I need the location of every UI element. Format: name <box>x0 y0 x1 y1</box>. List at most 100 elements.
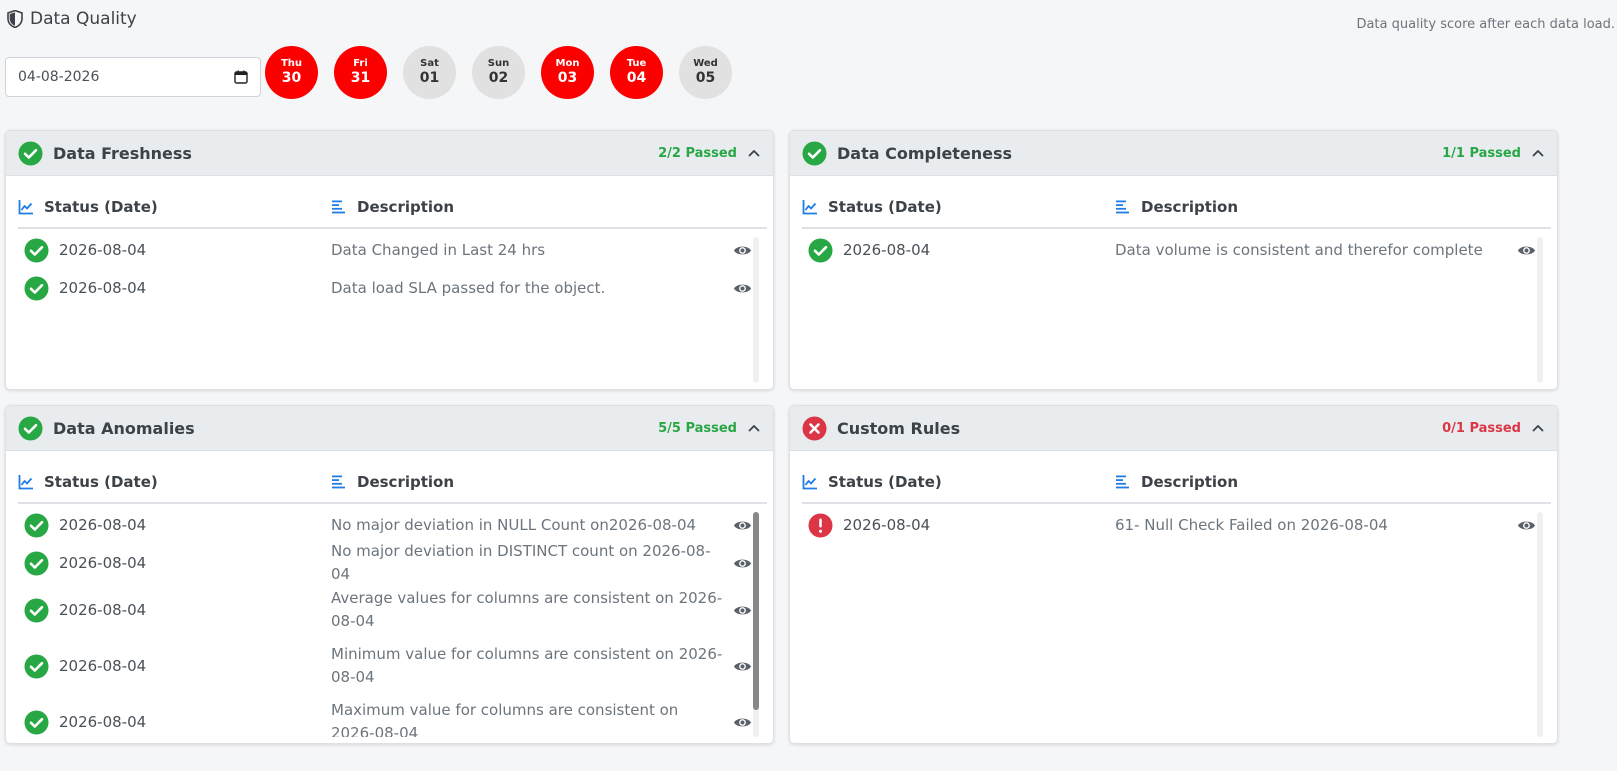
table-row: 2026-08-04 61- Null Check Failed on 2026-… <box>802 506 1537 544</box>
chevron-up-icon[interactable] <box>1531 146 1545 160</box>
panel-title: Data Freshness <box>53 143 192 163</box>
view-details-button[interactable] <box>731 552 753 574</box>
panel-data-completeness: Data Completeness 1/1 Passed Status (Date)… <box>789 130 1558 390</box>
table-body: 2026-08-04 Data volume is consistent and … <box>802 231 1537 383</box>
day-number: 31 <box>350 70 371 86</box>
table-header: Status (Date) Description <box>18 462 767 504</box>
scrollbar[interactable] <box>753 237 759 383</box>
column-description[interactable]: Description <box>1115 473 1238 491</box>
eye-icon[interactable] <box>1517 241 1536 260</box>
view-details-button[interactable] <box>731 655 753 677</box>
panel-status-icon <box>802 141 827 166</box>
date-input[interactable]: 04-08-2026 <box>5 57 261 97</box>
column-description[interactable]: Description <box>331 473 454 491</box>
row-description: Data Changed in Last 24 hrs <box>331 240 546 259</box>
panel-header[interactable]: Custom Rules 0/1 Passed <box>790 406 1557 451</box>
check-circle-icon <box>24 513 49 537</box>
column-status[interactable]: Status (Date) <box>18 473 331 491</box>
row-date: 2026-08-04 <box>59 601 147 619</box>
panel-title: Data Completeness <box>837 143 1013 163</box>
view-details-button[interactable] <box>731 711 753 733</box>
day-name: Wed <box>693 58 718 69</box>
align-left-icon <box>1116 475 1129 489</box>
view-details-button[interactable] <box>1515 239 1537 261</box>
day-number: 02 <box>488 70 509 86</box>
day-pill-thu[interactable]: Thu 30 <box>265 46 318 99</box>
line-chart-icon <box>18 475 33 490</box>
page-subtitle: Data quality score after each data load. <box>1356 17 1615 32</box>
line-chart-icon <box>802 475 817 490</box>
check-circle-icon <box>18 141 43 165</box>
check-circle-icon <box>24 238 49 262</box>
row-status: 2026-08-04 <box>18 513 331 538</box>
check-circle-icon <box>24 710 49 734</box>
day-pill-tue[interactable]: Tue 04 <box>610 46 663 99</box>
eye-icon[interactable] <box>733 241 752 260</box>
column-description[interactable]: Description <box>1115 198 1238 216</box>
view-details-button[interactable] <box>731 599 753 621</box>
check-circle-icon <box>24 276 49 300</box>
row-description: Minimum value for columns are consistent… <box>331 645 723 686</box>
panel-status-icon <box>18 416 43 441</box>
view-details-button[interactable] <box>731 514 753 536</box>
row-description: Data load SLA passed for the object. <box>331 278 606 297</box>
row-status: 2026-08-04 <box>18 710 331 735</box>
column-status[interactable]: Status (Date) <box>802 473 1115 491</box>
calendar-icon[interactable] <box>234 70 248 84</box>
day-pill-sun[interactable]: Sun 02 <box>472 46 525 99</box>
eye-icon[interactable] <box>733 279 752 298</box>
column-status[interactable]: Status (Date) <box>18 198 331 216</box>
view-details-button[interactable] <box>731 277 753 299</box>
view-details-button[interactable] <box>1515 514 1537 536</box>
day-number: 05 <box>695 70 716 86</box>
eye-icon[interactable] <box>733 554 752 573</box>
table-row: 2026-08-04 Maximum value for columns are … <box>18 694 753 737</box>
scrollbar[interactable] <box>1537 237 1543 383</box>
chevron-up-icon[interactable] <box>747 146 761 160</box>
scrollbar[interactable] <box>753 512 759 737</box>
table-row: 2026-08-04 Minimum value for columns are … <box>18 638 753 694</box>
row-date: 2026-08-04 <box>59 516 147 534</box>
row-date: 2026-08-04 <box>843 516 931 534</box>
scrollbar[interactable] <box>1537 512 1543 737</box>
row-description: Maximum value for columns are consistent… <box>331 701 679 737</box>
panel-header[interactable]: Data Freshness 2/2 Passed <box>6 131 773 176</box>
panel-header[interactable]: Data Completeness 1/1 Passed <box>790 131 1557 176</box>
view-details-button[interactable] <box>731 239 753 261</box>
panel-title: Data Anomalies <box>53 418 195 438</box>
chevron-up-icon[interactable] <box>1531 421 1545 435</box>
row-date: 2026-08-04 <box>59 554 147 572</box>
column-description-label: Description <box>1141 198 1239 216</box>
column-description-label: Description <box>357 198 455 216</box>
column-status[interactable]: Status (Date) <box>802 198 1115 216</box>
day-selector: Thu 30 Fri 31 Sat 01 Sun 02 Mon 03 Tue 04 Wed 05 <box>265 46 732 99</box>
column-description-label: Description <box>1141 473 1239 491</box>
panel-pass-count: 2/2 Passed <box>658 145 737 161</box>
eye-icon[interactable] <box>733 601 752 620</box>
page-title-text: Data Quality <box>30 9 137 29</box>
page-title: Data Quality <box>7 9 137 29</box>
chevron-up-icon[interactable] <box>747 421 761 435</box>
row-description: Average values for columns are consisten… <box>331 589 723 630</box>
check-circle-icon <box>18 416 43 440</box>
column-description-label: Description <box>357 473 455 491</box>
column-status-label: Status (Date) <box>44 198 158 216</box>
panel-header[interactable]: Data Anomalies 5/5 Passed <box>6 406 773 451</box>
eye-icon[interactable] <box>1517 516 1536 535</box>
table-header: Status (Date) Description <box>802 462 1551 504</box>
day-number: 30 <box>281 70 302 86</box>
align-left-icon <box>332 475 345 489</box>
day-name: Sun <box>487 58 510 69</box>
scrollbar-thumb[interactable] <box>753 512 759 710</box>
column-description[interactable]: Description <box>331 198 454 216</box>
eye-icon[interactable] <box>733 657 752 676</box>
day-pill-sat[interactable]: Sat 01 <box>403 46 456 99</box>
day-pill-mon[interactable]: Mon 03 <box>541 46 594 99</box>
align-left-icon <box>1116 200 1129 214</box>
table-body: 2026-08-04 61- Null Check Failed on 2026-… <box>802 506 1537 737</box>
eye-icon[interactable] <box>733 516 752 535</box>
row-status: 2026-08-04 <box>18 598 331 623</box>
day-pill-wed[interactable]: Wed 05 <box>679 46 732 99</box>
day-pill-fri[interactable]: Fri 31 <box>334 46 387 99</box>
eye-icon[interactable] <box>733 713 752 732</box>
